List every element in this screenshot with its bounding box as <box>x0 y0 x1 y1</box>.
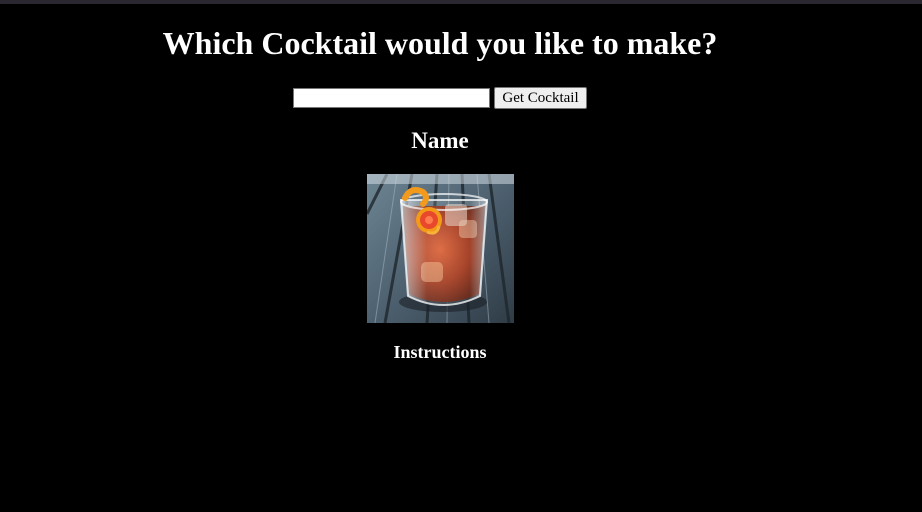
get-cocktail-button[interactable]: Get Cocktail <box>494 87 587 109</box>
page-title: Which Cocktail would you like to make? <box>162 25 718 61</box>
cocktail-search-input[interactable] <box>293 88 491 108</box>
cocktail-image <box>366 174 514 323</box>
search-form: Get Cocktail <box>0 86 880 110</box>
page-content: Which Cocktail would you like to make? G… <box>0 4 880 363</box>
cocktail-name-heading: Name <box>411 128 469 153</box>
instructions-heading: Instructions <box>393 342 487 362</box>
cocktail-photo-icon <box>366 174 514 323</box>
